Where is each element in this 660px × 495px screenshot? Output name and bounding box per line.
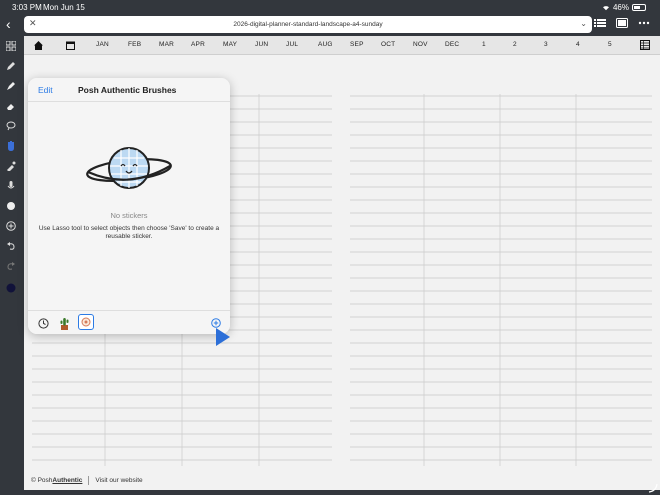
battery-icon [632, 4, 646, 11]
footer-link[interactable]: Visit our website [95, 477, 142, 484]
eraser-icon[interactable] [5, 100, 17, 112]
tab-jul[interactable]: JUL [286, 41, 298, 48]
stickers-popover: Edit Posh Authentic Brushes No stickers … [28, 78, 230, 334]
hand-icon[interactable] [5, 140, 17, 152]
tab-1[interactable]: 1 [482, 41, 486, 48]
reader-icon[interactable] [616, 18, 628, 28]
tab-3[interactable]: 3 [544, 41, 548, 48]
tab-jan[interactable]: JAN [96, 41, 109, 48]
planet-icon [86, 147, 172, 189]
tab-apr[interactable]: APR [191, 41, 205, 48]
tab-dec[interactable]: DEC [445, 41, 459, 48]
tab-5[interactable]: 5 [608, 41, 612, 48]
empty-state-description: Use Lasso tool to select objects then ch… [38, 225, 220, 240]
edit-button[interactable]: Edit [38, 85, 53, 95]
resize-corner-icon[interactable] [648, 483, 658, 493]
popover-header: Edit Posh Authentic Brushes [28, 78, 230, 102]
tab-4[interactable]: 4 [576, 41, 580, 48]
tab-sep[interactable]: SEP [350, 41, 364, 48]
recent-clock-icon[interactable] [36, 316, 50, 330]
status-right: 46% [602, 3, 646, 12]
notes-grid-icon[interactable] [640, 40, 650, 50]
calendar-icon[interactable] [66, 41, 75, 50]
wifi-icon [602, 5, 609, 10]
chevron-down-icon[interactable]: ⌄ [580, 19, 587, 28]
document-title: 2026-digital-planner-standard-landscape-… [233, 21, 383, 28]
back-chevron-icon[interactable]: ‹ [6, 17, 18, 31]
color-swatch-icon[interactable] [5, 282, 17, 294]
popover-title: Posh Authentic Brushes [78, 85, 177, 95]
battery-fill [634, 6, 640, 9]
cactus-sticker-icon[interactable] [57, 316, 71, 330]
eyedropper-icon[interactable] [5, 160, 17, 172]
tab-may[interactable]: MAY [223, 41, 237, 48]
status-date: Mon Jun 15 [43, 3, 85, 12]
left-toolbar [0, 36, 22, 495]
home-icon[interactable] [34, 41, 43, 50]
brushes-category-icon[interactable] [78, 314, 94, 330]
status-time: 3:03 PM [12, 3, 42, 12]
more-icon[interactable] [638, 18, 650, 28]
page-footer: © PoshAuthentic Visit our website [31, 476, 143, 485]
pointer-cursor-icon [216, 328, 230, 346]
tab-nov[interactable]: NOV [413, 41, 428, 48]
list-icon[interactable] [594, 18, 606, 28]
battery-percent: 46% [612, 3, 629, 12]
app-window: 3:03 PM Mon Jun 15 46% ‹ ✕ 2026-digital-… [0, 0, 660, 495]
footer-divider [88, 476, 90, 485]
tab-feb[interactable]: FEB [128, 41, 141, 48]
document-title-bar[interactable]: ✕ 2026-digital-planner-standard-landscap… [24, 16, 592, 33]
tab-oct[interactable]: OCT [381, 41, 395, 48]
sticker-category-bar [28, 310, 230, 334]
footer-brand-name: Authentic [52, 477, 83, 484]
sticker-icon[interactable] [5, 200, 17, 212]
redo-icon[interactable] [5, 260, 17, 272]
footer-copyright: © Posh [31, 477, 53, 484]
close-document-icon[interactable]: ✕ [29, 18, 37, 29]
highlighter-icon[interactable] [5, 80, 17, 92]
month-tab-bar: JAN FEB MAR APR MAY JUN JUL AUG SEP OCT NOV DEC 1 2 3 4… [24, 36, 660, 55]
status-bar: 3:03 PM Mon Jun 15 46% [0, 0, 660, 14]
footer-brand: © PoshAuthentic [31, 477, 82, 484]
tab-mar[interactable]: MAR [159, 41, 174, 48]
undo-icon[interactable] [5, 240, 17, 252]
microphone-icon[interactable] [5, 180, 17, 192]
top-right-icons [594, 18, 650, 28]
tab-jun[interactable]: JUN [255, 41, 268, 48]
tab-2[interactable]: 2 [513, 41, 517, 48]
add-icon[interactable] [5, 220, 17, 232]
tab-aug[interactable]: AUG [318, 41, 333, 48]
empty-state-title: No stickers [110, 211, 148, 220]
pen-icon[interactable] [5, 60, 17, 72]
grid-view-icon[interactable] [5, 40, 17, 52]
lasso-icon[interactable] [5, 120, 17, 132]
